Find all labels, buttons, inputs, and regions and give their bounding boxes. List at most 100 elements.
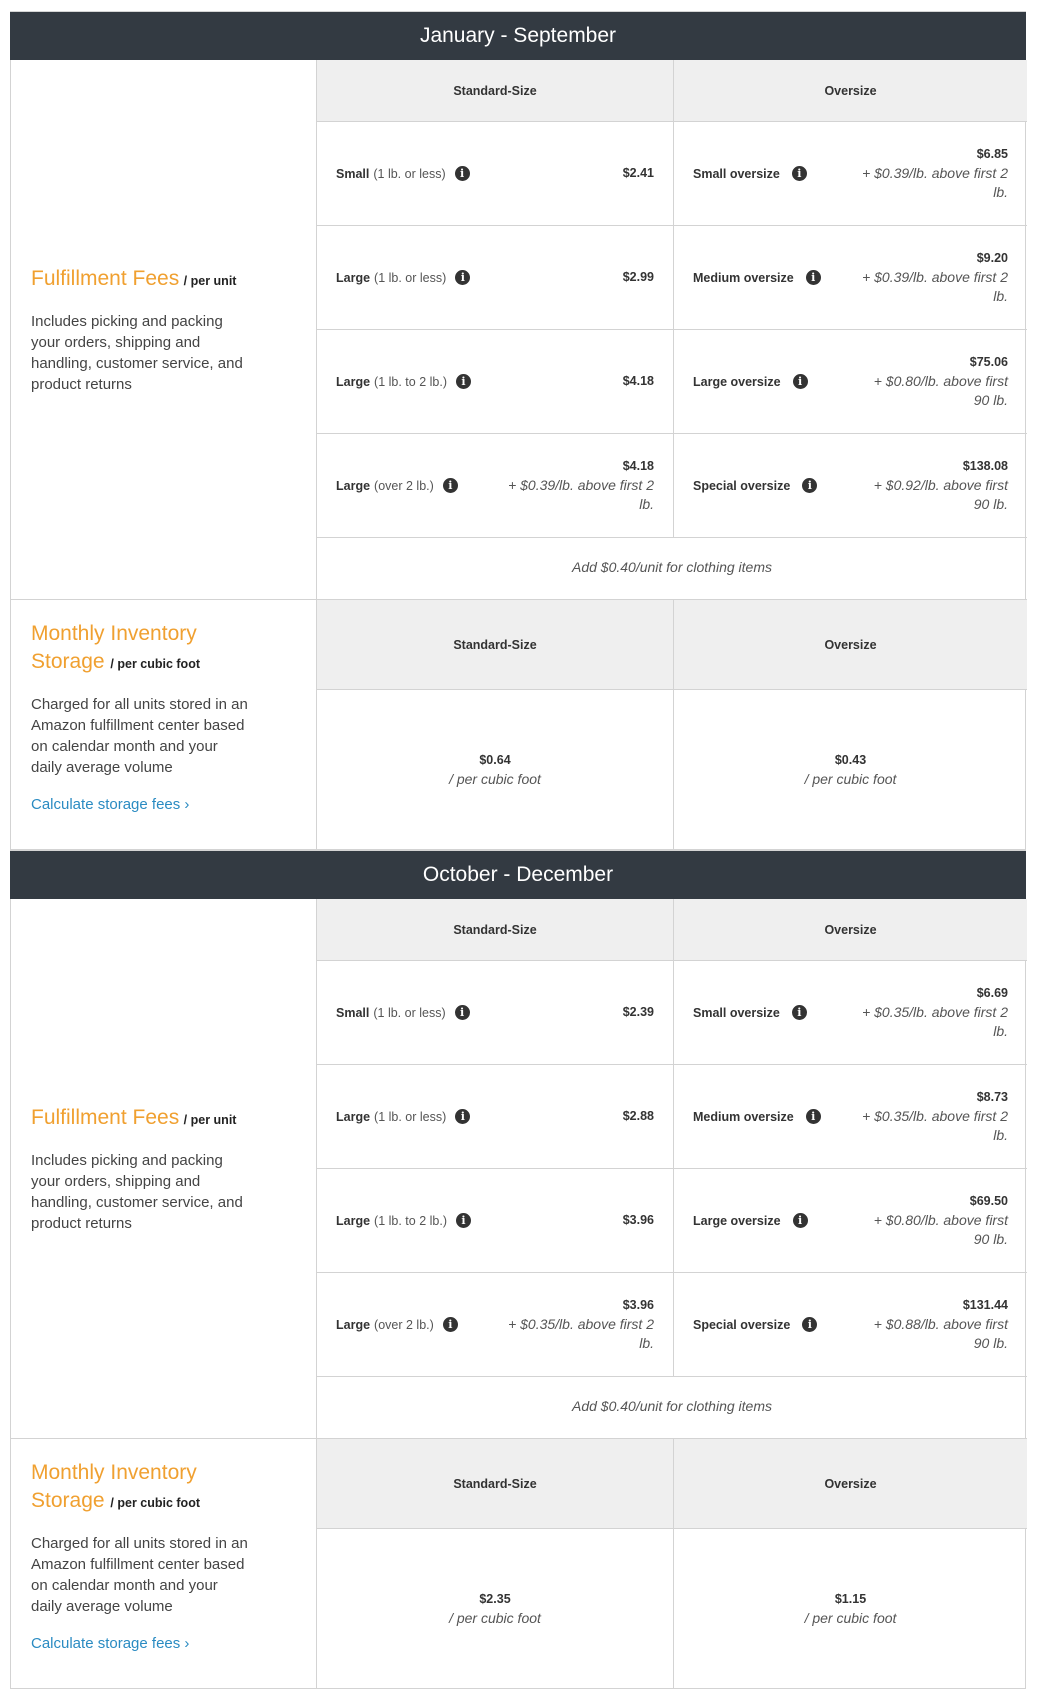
tier-name: Small oversize [693,166,780,181]
info-icon[interactable]: i [455,270,471,285]
tier-label: Small oversize i [693,166,807,181]
info-icon[interactable]: i [802,478,818,493]
info-icon[interactable]: i [792,1213,808,1228]
tier-amount: $4.18 [622,459,654,473]
tier-amount: $9.20 [976,251,1008,265]
fee-row: Large (1 lb. to 2 lb.) i $3.96 Large ove… [317,1169,1027,1273]
tier-price: $2.41 [623,164,654,183]
tier-price: $4.18 [623,372,654,391]
storage-standard-amount: $0.64 [479,752,511,767]
tier-amount: $75.06 [969,355,1008,369]
fulfillment-fees-text: Includes picking and packing your orders… [31,312,243,393]
tier-name: Large [336,270,371,285]
info-icon[interactable]: i [456,1213,471,1228]
tier-price: $75.06 + $0.80/lb. above first 90 lb. [868,353,1008,410]
storage-oversize-unit: / per cubic foot [804,770,897,787]
info-icon[interactable]: i [792,374,808,389]
info-icon[interactable]: i [805,1109,821,1124]
storage-header-oversize: Oversize [824,637,877,652]
tier-price: $2.39 [623,1003,654,1022]
storage-description: Monthly Inventory Storage / per cubic fo… [11,1439,316,1688]
storage-header-standard-size: Standard-Size [317,600,674,689]
fee-row: Large (over 2 lb.) i $3.96 + $0.35/lb. a… [317,1273,1027,1377]
storage-heading: Monthly Inventory Storage / per cubic fo… [31,620,231,678]
tier-extra-fee: + $0.80/lb. above first 90 lb. [873,373,1008,408]
column-header-standard-size: Standard-Size [317,60,674,121]
info-icon[interactable]: i [791,166,807,181]
tier-label: Large (1 lb. or less) i [336,1109,471,1124]
info-icon[interactable]: i [791,1005,807,1020]
tier-weight: (1 lb. or less) [373,166,446,181]
storage-oversize-price: $1.15 / per cubic foot [674,1529,1027,1688]
fee-row: Large (1 lb. or less) i $2.99 Medium ove… [317,226,1027,330]
info-icon[interactable]: i [442,1317,458,1332]
storage-heading: Monthly Inventory Storage / per cubic fo… [31,1459,231,1517]
tier-price: $2.99 [623,268,654,287]
storage-standard-unit: / per cubic foot [449,1609,541,1626]
tier-name: Small [336,166,370,181]
oversize-tier: Small oversize i $6.69 + $0.35/lb. above… [674,961,1027,1064]
info-icon[interactable]: i [454,1005,470,1020]
fulfillment-fees-title: Fulfillment Fees [31,266,180,290]
info-icon[interactable]: i [454,166,470,181]
fees-column-headers: Standard-Size Oversize [317,60,1027,122]
tier-price: $6.85 + $0.39/lb. above first 2 lb. [858,145,1008,202]
info-icon[interactable]: i [456,374,471,389]
tier-label: Large (over 2 lb.) i [336,1317,458,1332]
tier-label: Special oversize i [693,1317,818,1332]
storage-text: Charged for all units stored in an Amazo… [31,696,248,776]
standard-size-tier: Large (1 lb. or less) i $2.99 [317,226,674,329]
tier-label: Large (1 lb. to 2 lb.) i [336,1213,471,1228]
fee-row: Large (1 lb. or less) i $2.88 Medium ove… [317,1065,1027,1169]
tier-name: Large [336,1213,371,1228]
info-icon[interactable]: i [442,478,458,493]
tier-weight: (over 2 lb.) [374,478,434,493]
tier-label: Special oversize i [693,478,818,493]
info-icon[interactable]: i [805,270,821,285]
tier-name: Small [336,1005,370,1020]
tier-extra-fee: + $0.39/lb. above first 2 lb. [862,165,1008,200]
tier-price: $2.88 [623,1107,654,1126]
fulfillment-fees-description: Fulfillment Fees / per unit Includes pic… [11,60,316,600]
tier-name: Large [336,478,371,493]
standard-size-tier: Large (1 lb. or less) i $2.88 [317,1065,674,1168]
tier-amount: $4.18 [622,374,654,388]
storage-grid: Standard-Size Oversize $2.35 / per cubic… [316,1439,1027,1688]
tier-price: $4.18 + $0.39/lb. above first 2 lb. [504,457,654,514]
period-header: October - December [10,850,1026,899]
tier-extra-fee: + $0.35/lb. above first 2 lb. [862,1108,1008,1143]
info-icon[interactable]: i [802,1317,818,1332]
fee-row: Small (1 lb. or less) i $2.39 Small over… [317,961,1027,1065]
tier-name: Large oversize [693,1213,781,1228]
fulfillment-fees-description: Fulfillment Fees / per unit Includes pic… [11,899,316,1439]
tier-amount: $138.08 [962,459,1008,473]
tier-amount: $69.50 [969,1194,1008,1208]
storage-unit: / per cubic foot [110,657,200,671]
tier-name: Small oversize [693,1005,780,1020]
tier-name: Medium oversize [693,270,794,285]
storage-oversize-amount: $1.15 [834,1591,867,1606]
tier-label: Large oversize i [693,374,808,389]
tier-amount: $3.96 [622,1213,654,1227]
column-header-oversize: Oversize [824,922,877,937]
column-header-oversize: Oversize [824,83,877,98]
storage-unit: / per cubic foot [110,1496,200,1510]
fees-column-headers: Standard-Size Oversize [317,899,1027,961]
tier-price: $9.20 + $0.39/lb. above first 2 lb. [858,249,1008,306]
fee-rows: Small (1 lb. or less) i $2.41 Small over… [317,122,1027,538]
calculate-storage-fees-link[interactable]: Calculate storage fees › [31,1635,189,1652]
pricing-section-jan-sep: January - September Fulfillment Fees / p… [10,11,1027,850]
column-header-standard-size: Standard-Size [317,899,674,960]
storage-column-headers: Standard-Size Oversize [317,600,1027,690]
storage-column-headers: Standard-Size Oversize [317,1439,1027,1529]
period-header: January - September [10,11,1026,60]
tier-amount: $2.41 [622,166,654,180]
tier-name: Large [336,374,371,389]
fulfillment-fees-text: Includes picking and packing your orders… [31,1151,243,1232]
tier-label: Small oversize i [693,1005,807,1020]
fulfillment-fees-heading: Fulfillment Fees / per unit [31,1104,296,1132]
calculate-storage-fees-link[interactable]: Calculate storage fees › [31,796,189,813]
info-icon[interactable]: i [455,1109,471,1124]
tier-amount: $8.73 [976,1090,1008,1104]
tier-name: Large oversize [693,374,781,389]
